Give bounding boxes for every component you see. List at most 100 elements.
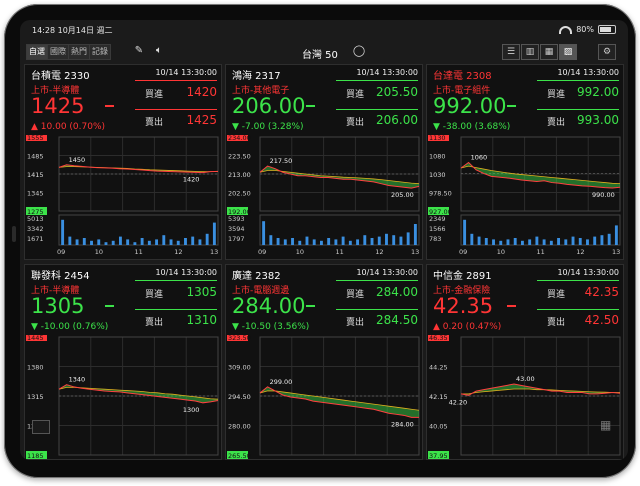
ask-divider (537, 109, 619, 110)
xtick-label: 12 (576, 248, 584, 256)
xtick-label: 13 (210, 248, 218, 256)
tick-direction-mark (105, 305, 114, 307)
stock-card[interactable]: 鴻海 2317 10/14 13:30:00 上市-其他電子 206.00 ▼ -7.0… (225, 64, 423, 260)
intraday-chart[interactable]: 46.35 44.25 42.15 40.05 37.95 43.00 42.20 (427, 335, 623, 459)
low-label: 284.00 (391, 420, 414, 428)
stock-name: 台積電 2330 (31, 71, 90, 82)
xtick-label: 10 (296, 248, 304, 256)
volume-bar (348, 240, 352, 245)
wifi-icon (559, 25, 573, 34)
ytick-label: 234.00 (228, 135, 251, 142)
intraday-chart[interactable]: 1445138013151250118513401300 (25, 335, 221, 459)
volume-bar (312, 239, 316, 245)
high-label: 217.50 (270, 157, 293, 165)
settings-icon[interactable]: ⚙ (598, 44, 616, 60)
stock-card[interactable]: 廣達 2382 10/14 13:30:00 上市-電腦週邊 284.00 ▼ -10.… (225, 264, 423, 460)
bid-price: 1305 (186, 285, 217, 299)
volume-bar (377, 236, 381, 245)
last-price: 42.35 (433, 294, 494, 318)
volume-bar (82, 238, 86, 245)
battery-icon (598, 25, 616, 34)
intraday-chart[interactable]: 234.00223.50213.00202.50192.00217.50205.… (226, 135, 422, 259)
ask-price: 1425 (186, 113, 217, 127)
volume-bar (356, 239, 360, 245)
stock-card[interactable]: 台達電 2308 10/14 13:30:00 上市-電子組件 992.00 ▼ -38… (426, 64, 624, 260)
stock-card[interactable]: 聯發科 2454 10/14 13:30:00 上市-半導體 1305 ▼ -10.00… (24, 264, 222, 460)
volume-bar (162, 235, 166, 245)
volume-bar (564, 239, 568, 245)
volume-bar (118, 236, 122, 245)
ask-label: 賣出 (547, 318, 566, 328)
intraday-chart[interactable]: 113010801030978.50927.001060990.00234915… (427, 135, 623, 259)
stock-card[interactable]: 中信金 2891 10/14 13:30:00 上市-金融保險 42.35 ▲ 0.20… (426, 264, 624, 460)
volume-bar (614, 225, 618, 245)
volume-bar (205, 233, 209, 245)
ytick-label: 1315 (27, 393, 44, 401)
intraday-chart[interactable]: 1555148514151345127514501420501333421671… (25, 135, 221, 259)
grid-view-icon[interactable]: ▦ (540, 44, 558, 60)
bid-label: 買進 (145, 90, 164, 100)
search-icon[interactable]: ◯ (352, 44, 366, 58)
ask-price: 1310 (186, 313, 217, 327)
tick-direction-mark (306, 105, 315, 107)
last-price: 284.00 (232, 294, 306, 318)
volume-bar (269, 235, 273, 245)
intraday-chart[interactable]: 323.50 309.00 294.50 280.00 265.50 299.00 284.… (226, 335, 422, 459)
xtick-label: 12 (174, 248, 182, 256)
xtick-label: 11 (537, 248, 545, 256)
xtick-label: 10 (95, 248, 103, 256)
xtick-label: 09 (57, 248, 65, 256)
volume-bar (283, 239, 287, 245)
volume-bar (484, 238, 488, 245)
quote-time: 10/14 13:30:00 (356, 68, 418, 77)
price-change: ▲ 10.00 (0.70%) (31, 122, 106, 132)
xtick-label: 12 (375, 248, 383, 256)
volume-tick-label: 5013 (27, 215, 44, 223)
tab-watchlist[interactable]: 自選 (26, 44, 48, 60)
ytick-label: 294.50 (228, 393, 251, 401)
keyboard-icon[interactable] (32, 420, 50, 434)
list-view-icon[interactable]: ☰ (502, 44, 520, 60)
tab-popular[interactable]: 熱門 (68, 44, 90, 60)
ytick-label: 978.50 (429, 190, 452, 198)
quote-time: 10/14 13:30:00 (557, 268, 619, 277)
volume-bar (578, 238, 582, 245)
xtick-label: 13 (411, 248, 419, 256)
volume-bar (571, 236, 575, 245)
price-change: ▼ -10.00 (0.76%) (31, 322, 109, 332)
chart-view-icon[interactable]: ▨ (559, 44, 577, 60)
two-column-icon[interactable]: ▥ (521, 44, 539, 60)
ytick-label: 280.00 (228, 423, 251, 431)
bid-price: 992.00 (577, 85, 619, 99)
speaker-icon[interactable]: 🔈︎ (152, 44, 166, 58)
tab-records[interactable]: 記錄 (89, 44, 111, 60)
volume-bar (291, 238, 294, 245)
volume-tick-label: 5393 (228, 215, 245, 223)
low-label: 990.00 (592, 191, 615, 199)
xtick-label: 09 (459, 248, 467, 256)
ytick-label: 1130 (429, 135, 446, 142)
volume-bar (155, 239, 159, 245)
volume-bar (586, 239, 589, 245)
quote-grid: 台積電 2330 10/14 13:30:00 上市-半導體 1425 ▲ 10.00 … (24, 64, 624, 460)
low-label: 1300 (183, 406, 200, 414)
status-right: 80% (559, 25, 616, 34)
apps-grid-icon[interactable]: ▦ (600, 418, 614, 432)
tick-direction-mark (306, 305, 315, 307)
stock-card[interactable]: 台積電 2330 10/14 13:30:00 上市-半導體 1425 ▲ 10.00 … (24, 64, 222, 260)
xtick-label: 09 (258, 248, 266, 256)
status-bar: 14:28 10月14日 週二 80% (20, 20, 628, 38)
ytick-label: 1030 (429, 171, 446, 179)
volume-bar (513, 238, 517, 245)
bid-price: 205.50 (376, 85, 418, 99)
volume-bar (212, 222, 216, 245)
volume-bar (477, 236, 481, 245)
page-title[interactable]: 台灣 50 (302, 46, 338, 61)
volume-bar (607, 233, 611, 245)
volume-bar (341, 236, 345, 245)
tab-international[interactable]: 國際 (47, 44, 69, 60)
stock-name: 中信金 2891 (433, 271, 492, 282)
volume-tick-label: 783 (429, 235, 441, 243)
pencil-icon[interactable]: ✎ (132, 44, 146, 58)
high-label: 1340 (69, 376, 86, 384)
